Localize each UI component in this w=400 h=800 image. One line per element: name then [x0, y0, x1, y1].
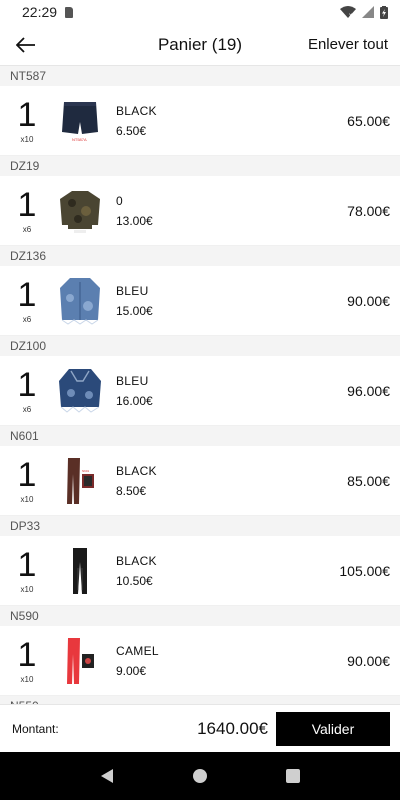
item-color: BLACK [116, 103, 157, 118]
quantity-value: 1 [17, 186, 37, 224]
cart-list[interactable]: NT587 1 x10 NT587A BLACK 6.50€ 65.00€ DZ… [0, 66, 400, 704]
product-thumbnail-pants[interactable] [54, 545, 106, 597]
battery-icon [380, 5, 388, 19]
item-unit-price: 10.50€ [116, 573, 153, 588]
quantity-box: 1 x10 [0, 547, 54, 594]
quantity-value: 1 [17, 456, 37, 494]
quantity-box: 1 x10 [0, 637, 54, 684]
status-bar: 22:29 x [0, 0, 400, 24]
amount-label: Montant: [12, 721, 59, 736]
quantity-box: 1 x6 [0, 277, 54, 324]
amount-value: 1640.00€ [197, 718, 268, 738]
section-header: DZ100 [0, 336, 400, 356]
nav-home-button[interactable] [188, 764, 212, 788]
system-nav-bar [0, 752, 400, 800]
item-total: 85.00€ [347, 472, 390, 489]
nav-back-button[interactable] [95, 764, 119, 788]
cart-item[interactable]: 1 x10 CAMEL 9.00€ 90.00€ [0, 626, 400, 696]
item-unit-price: 13.00€ [116, 213, 153, 228]
sd-card-icon [65, 6, 74, 18]
pack-multiplier: x6 [22, 405, 32, 414]
quantity-value: 1 [17, 96, 37, 134]
signal-icon [362, 6, 374, 18]
cart-item[interactable]: 1 x6 BLEU 16.00€ 96.00€ [0, 356, 400, 426]
item-color: CAMEL [116, 643, 159, 658]
product-thumbnail-denim-jacket[interactable] [54, 365, 106, 417]
checkout-bar: Montant: 1640.00€ Valider [0, 704, 400, 752]
item-unit-price: 15.00€ [116, 303, 153, 318]
section-header: N590 [0, 606, 400, 626]
quantity-box: 1 x6 [0, 187, 54, 234]
item-color: BLEU [116, 373, 149, 388]
item-total: 78.00€ [347, 202, 390, 219]
section-header: N550 [0, 696, 400, 704]
item-unit-price: 8.50€ [116, 483, 147, 498]
item-unit-price: 6.50€ [116, 123, 147, 138]
pack-multiplier: x10 [20, 135, 34, 144]
clear-all-button[interactable]: Enlever tout [308, 36, 388, 53]
nav-recents-button[interactable] [281, 764, 305, 788]
pack-multiplier: x10 [20, 495, 34, 504]
product-thumbnail-camo-jacket[interactable] [54, 185, 106, 237]
product-thumbnail-denim-jacket[interactable] [54, 275, 106, 327]
quantity-value: 1 [17, 546, 37, 584]
item-total: 105.00€ [339, 562, 390, 579]
item-unit-price: 9.00€ [116, 663, 147, 678]
square-recents-icon [286, 769, 301, 783]
item-color: 0 [116, 193, 123, 208]
svg-text:N601: N601 [82, 469, 90, 473]
cart-item[interactable]: 1 x6 0 13.00€ 78.00€ [0, 176, 400, 246]
pack-multiplier: x10 [20, 585, 34, 594]
svg-text:x: x [349, 13, 352, 18]
cart-item[interactable]: 1 x10 NT587A BLACK 6.50€ 65.00€ [0, 86, 400, 156]
svg-text:NT587A: NT587A [72, 137, 87, 142]
section-header: N601 [0, 426, 400, 446]
product-thumbnail-pants[interactable] [54, 635, 106, 687]
validate-button[interactable]: Valider [276, 711, 390, 746]
item-total: 96.00€ [347, 382, 390, 399]
status-time: 22:29 [22, 4, 58, 20]
section-header: DZ19 [0, 156, 400, 176]
section-header: DZ136 [0, 246, 400, 266]
product-thumbnail-pants[interactable]: N601 [54, 455, 106, 507]
cart-item[interactable]: 1 x6 BLEU 15.00€ 90.00€ [0, 266, 400, 336]
item-total: 65.00€ [347, 112, 390, 129]
cart-item[interactable]: 1 x10 N601 BLACK 8.50€ 85.00€ [0, 446, 400, 516]
triangle-back-icon [100, 769, 113, 783]
cart-item[interactable]: 1 x10 BLACK 10.50€ 105.00€ [0, 536, 400, 606]
app-bar: Enlever tout [0, 24, 400, 66]
wifi-icon: x [340, 6, 356, 18]
pack-multiplier: x6 [22, 315, 32, 324]
quantity-box: 1 x10 [0, 97, 54, 144]
back-button[interactable] [12, 31, 40, 59]
item-color: BLACK [116, 463, 157, 478]
quantity-value: 1 [17, 366, 37, 404]
item-color: BLACK [116, 553, 157, 568]
item-total: 90.00€ [347, 652, 390, 669]
pack-multiplier: x10 [20, 675, 34, 684]
item-unit-price: 16.00€ [116, 393, 153, 408]
product-thumbnail-shorts[interactable]: NT587A [54, 95, 106, 147]
quantity-box: 1 x6 [0, 367, 54, 414]
quantity-value: 1 [17, 276, 37, 314]
quantity-box: 1 x10 [0, 457, 54, 504]
item-color: BLEU [116, 283, 149, 298]
arrow-left-icon [16, 36, 35, 53]
section-header: NT587 [0, 66, 400, 86]
circle-home-icon [192, 769, 207, 783]
section-header: DP33 [0, 516, 400, 536]
pack-multiplier: x6 [22, 225, 32, 234]
quantity-value: 1 [17, 636, 37, 674]
item-total: 90.00€ [347, 292, 390, 309]
